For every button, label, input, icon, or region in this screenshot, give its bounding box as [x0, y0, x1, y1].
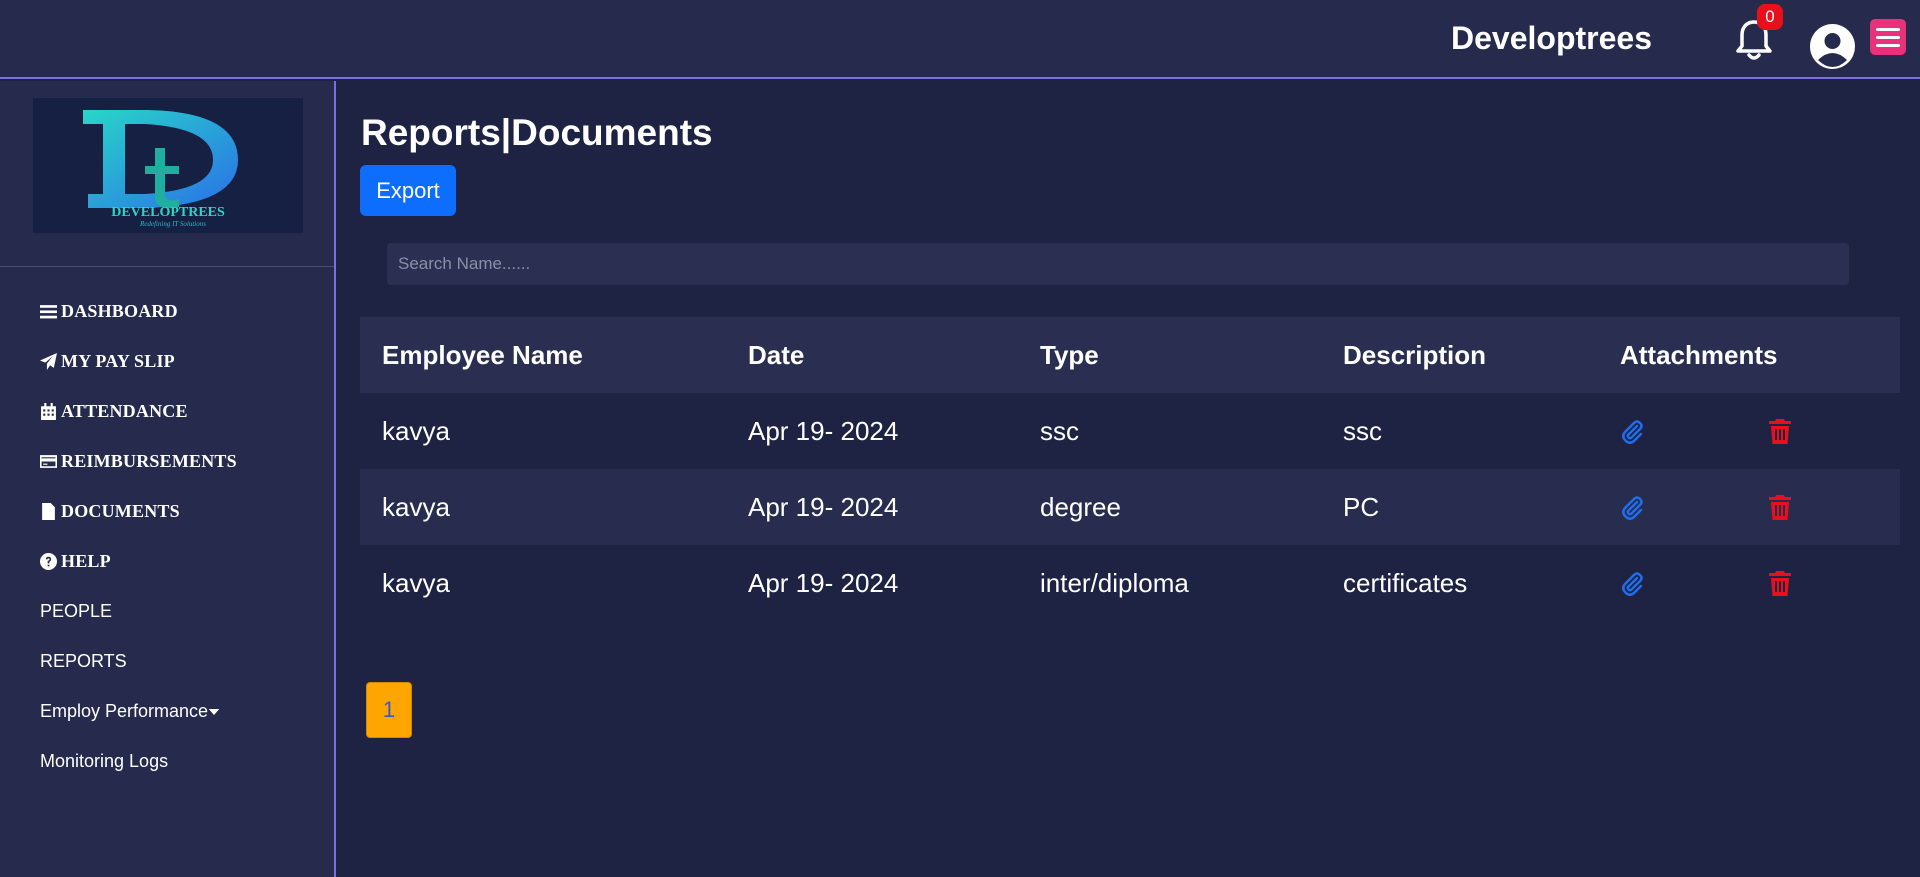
- paperclip-icon[interactable]: [1620, 469, 1644, 545]
- column-header-employee-name: Employee Name: [382, 339, 583, 370]
- sidebar-item-monitoring-logs[interactable]: Monitoring Logs: [40, 751, 168, 772]
- bars-icon: [40, 305, 57, 319]
- question-circle-icon: [40, 553, 57, 570]
- sidebar-item-label: REPORTS: [40, 651, 127, 671]
- top-bar: Developtrees 0: [0, 0, 1920, 79]
- cell-type: inter/diploma: [1040, 567, 1189, 598]
- column-header-date: Date: [748, 339, 805, 370]
- sidebar: DEVELOPTREES Redefining IT Solutions DAS…: [0, 81, 336, 877]
- menu-line: [1876, 27, 1900, 31]
- table-row: kavya Apr 19- 2024 ssc ssc: [360, 393, 1900, 469]
- menu-toggle-button[interactable]: [1870, 19, 1906, 55]
- cell-description: PC: [1343, 491, 1380, 522]
- paperclip-icon[interactable]: [1620, 545, 1644, 621]
- menu-line: [1876, 43, 1900, 47]
- paper-plane-icon: [40, 353, 57, 370]
- table-row: kavya Apr 19- 2024 inter/diploma certifi…: [360, 545, 1900, 621]
- cell-type: ssc: [1040, 415, 1079, 446]
- sidebar-item-documents[interactable]: DOCUMENTS: [40, 501, 180, 522]
- documents-table: Employee Name Date Type Description Atta…: [360, 317, 1900, 621]
- sidebar-item-label: Employ Performance: [40, 701, 209, 721]
- trash-icon[interactable]: [1768, 469, 1792, 545]
- trash-icon[interactable]: [1768, 545, 1792, 621]
- sidebar-item-attendance[interactable]: ATTENDANCE: [40, 401, 188, 422]
- sidebar-item-label: HELP: [61, 551, 111, 571]
- cell-employee-name: kavya: [382, 567, 450, 598]
- sidebar-item-dashboard[interactable]: DASHBOARD: [40, 301, 178, 322]
- sidebar-item-reports[interactable]: REPORTS: [40, 651, 127, 672]
- cell-date: Apr 19- 2024: [748, 567, 899, 598]
- page-title: Reports|Documents: [361, 112, 713, 153]
- sidebar-item-help[interactable]: HELP: [40, 551, 111, 572]
- sidebar-item-label: DOCUMENTS: [61, 501, 180, 521]
- cell-description: certificates: [1343, 567, 1468, 598]
- cell-description: ssc: [1343, 415, 1382, 446]
- cell-employee-name: kavya: [382, 491, 450, 522]
- sidebar-item-label: Monitoring Logs: [40, 751, 169, 771]
- table-row: kavya Apr 19- 2024 degree PC: [360, 469, 1900, 545]
- logo-graphic: DEVELOPTREES Redefining IT Solutions: [83, 110, 238, 228]
- calendar-icon: [41, 403, 56, 420]
- sidebar-item-label: PEOPLE: [40, 601, 113, 621]
- sidebar-item-reimbursements[interactable]: REIMBURSEMENTS: [40, 451, 237, 472]
- trash-icon[interactable]: [1768, 393, 1792, 469]
- file-icon: [42, 503, 55, 520]
- menu-line: [1876, 35, 1900, 39]
- sidebar-divider: [0, 266, 334, 267]
- sidebar-item-label: ATTENDANCE: [61, 401, 188, 421]
- brand-name: Developtrees: [1451, 20, 1652, 56]
- svg-text:Redefining IT Solutions: Redefining IT Solutions: [139, 220, 206, 228]
- pagination-page-button[interactable]: 1: [366, 682, 412, 738]
- company-logo[interactable]: DEVELOPTREES Redefining IT Solutions: [33, 98, 303, 233]
- column-header-attachments: Attachments: [1620, 339, 1778, 370]
- sidebar-item-label: DASHBOARD: [61, 301, 178, 321]
- column-header-description: Description: [1343, 339, 1487, 370]
- sidebar-item-label: MY PAY SLIP: [61, 351, 175, 371]
- search-input[interactable]: [387, 243, 1849, 285]
- cell-date: Apr 19- 2024: [748, 491, 899, 522]
- export-button[interactable]: Export: [360, 165, 456, 216]
- sidebar-item-employ-performance[interactable]: Employ Performance: [40, 701, 220, 722]
- column-header-type: Type: [1040, 339, 1099, 370]
- user-avatar-icon[interactable]: [1810, 24, 1855, 69]
- table-header: Employee Name Date Type Description Atta…: [360, 317, 1900, 393]
- sidebar-item-my-pay-slip[interactable]: MY PAY SLIP: [40, 351, 175, 372]
- cell-employee-name: kavya: [382, 415, 450, 446]
- credit-card-icon: [40, 455, 57, 468]
- cell-date: Apr 19- 2024: [748, 415, 899, 446]
- notification-badge: 0: [1757, 4, 1783, 30]
- caret-down-icon: [208, 708, 220, 715]
- cell-type: degree: [1040, 491, 1121, 522]
- svg-text:DEVELOPTREES: DEVELOPTREES: [111, 205, 225, 220]
- sidebar-item-label: REIMBURSEMENTS: [61, 451, 237, 471]
- sidebar-item-people[interactable]: PEOPLE: [40, 601, 112, 622]
- paperclip-icon[interactable]: [1620, 393, 1644, 469]
